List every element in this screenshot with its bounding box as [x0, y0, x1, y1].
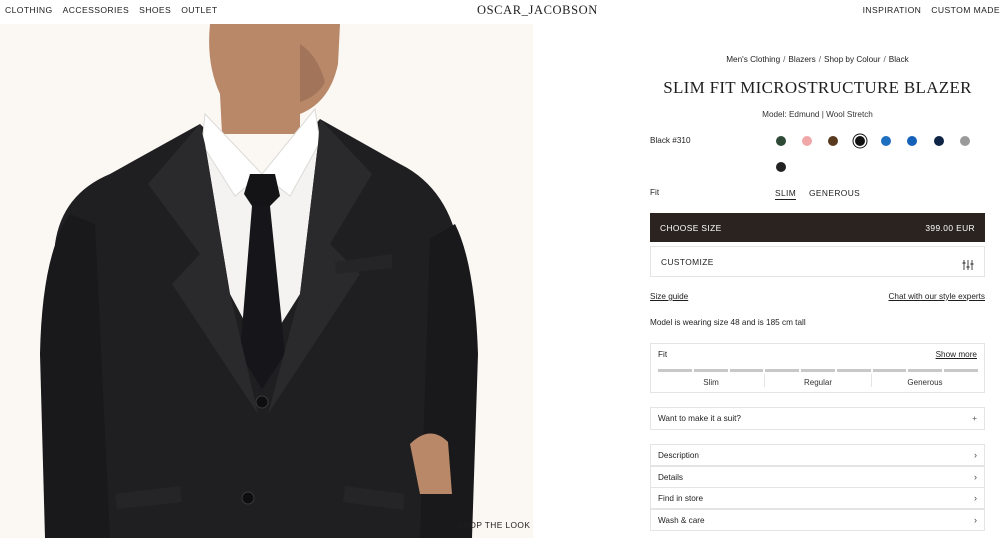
breadcrumb-blazers[interactable]: Blazers [788, 55, 815, 64]
accordion-description-label: Description [658, 450, 699, 460]
fit-option-slim[interactable]: SLIM [775, 188, 797, 200]
nav-inspiration[interactable]: INSPIRATION [863, 5, 922, 15]
fit-label: Fit [650, 188, 660, 197]
model-info: Model: Edmund | Wool Stretch [762, 110, 873, 119]
breadcrumb-black[interactable]: Black [889, 55, 909, 64]
nav-outlet[interactable]: OUTLET [181, 5, 217, 15]
plus-icon: + [972, 414, 977, 423]
color-swatch[interactable] [960, 136, 970, 146]
accordion-description[interactable]: Description › [650, 444, 985, 466]
fit-scale-regular: Regular [764, 374, 871, 387]
nav-shoes[interactable]: SHOES [139, 5, 171, 15]
product-image[interactable] [0, 24, 533, 538]
accordion-find-in-store[interactable]: Find in store › [650, 487, 985, 509]
nav-accessories[interactable]: ACCESSORIES [63, 5, 129, 15]
fit-option-generous[interactable]: GENEROUS [809, 188, 860, 198]
color-swatch[interactable] [776, 162, 786, 172]
product-title: SLIM FIT MICROSTRUCTURE BLAZER [663, 78, 972, 97]
size-guide-link[interactable]: Size guide [650, 292, 688, 301]
customize-button[interactable]: CUSTOMIZE [650, 246, 985, 277]
chevron-right-icon: › [974, 515, 977, 525]
accordion-details-label: Details [658, 472, 684, 482]
nav-clothing[interactable]: CLOTHING [5, 5, 53, 15]
top-navigation: CLOTHING ACCESSORIES SHOES OUTLET OSCAR_… [0, 0, 1000, 24]
color-swatch[interactable] [828, 136, 838, 146]
choose-size-button[interactable]: CHOOSE SIZE 399.00 EUR [650, 213, 985, 242]
sliders-icon [962, 257, 974, 270]
show-more-link[interactable]: Show more [936, 350, 977, 359]
model-photo [0, 24, 533, 538]
nav-right: INSPIRATION CUSTOM MADE [863, 5, 1000, 15]
breadcrumb-shop-by-colour[interactable]: Shop by Colour [824, 55, 880, 64]
make-it-a-suit[interactable]: Want to make it a suit? + [650, 407, 985, 430]
accordion-details[interactable]: Details › [650, 466, 985, 488]
fit-scale-box: Fit Show more Slim Regular Generous [650, 343, 985, 393]
fit-scale-slim: Slim [703, 378, 719, 387]
color-swatch[interactable] [776, 136, 786, 146]
chevron-right-icon: › [974, 472, 977, 482]
chevron-right-icon: › [974, 450, 977, 460]
color-swatch[interactable] [855, 136, 865, 146]
shop-the-look-link[interactable]: SHOP THE LOOK [457, 520, 530, 530]
chat-stylist-link[interactable]: Chat with our style experts [889, 292, 985, 301]
color-swatch[interactable] [934, 136, 944, 146]
fit-scale-generous: Generous [871, 374, 978, 387]
nav-left: CLOTHING ACCESSORIES SHOES OUTLET [5, 5, 218, 15]
chevron-right-icon: › [974, 493, 977, 503]
color-label: Black #310 [650, 136, 691, 145]
price: 399.00 EUR [925, 222, 975, 233]
make-it-a-suit-label: Want to make it a suit? [658, 414, 741, 423]
breadcrumb-mens-clothing[interactable]: Men's Clothing [726, 55, 780, 64]
color-swatch[interactable] [802, 136, 812, 146]
accordion-wash-care[interactable]: Wash & care › [650, 509, 985, 531]
brand-logo[interactable]: OSCAR_JACOBSON [477, 3, 598, 18]
customize-label: CUSTOMIZE [661, 256, 714, 267]
fit-scale-title: Fit [658, 350, 668, 359]
nav-custom-made[interactable]: CUSTOM MADE [931, 5, 1000, 15]
color-swatch[interactable] [881, 136, 891, 146]
choose-size-label: CHOOSE SIZE [660, 222, 722, 233]
model-size-note: Model is wearing size 48 and is 185 cm t… [650, 318, 806, 327]
fit-scale-labels: Slim Regular Generous [658, 374, 978, 387]
accordion-wash-care-label: Wash & care [658, 515, 705, 525]
accordion-find-in-store-label: Find in store [658, 493, 704, 503]
fit-scale-bar [658, 369, 979, 372]
breadcrumb: Men's Clothing / Blazers / Shop by Colour / Bl… [726, 55, 909, 64]
color-swatch[interactable] [907, 136, 917, 146]
